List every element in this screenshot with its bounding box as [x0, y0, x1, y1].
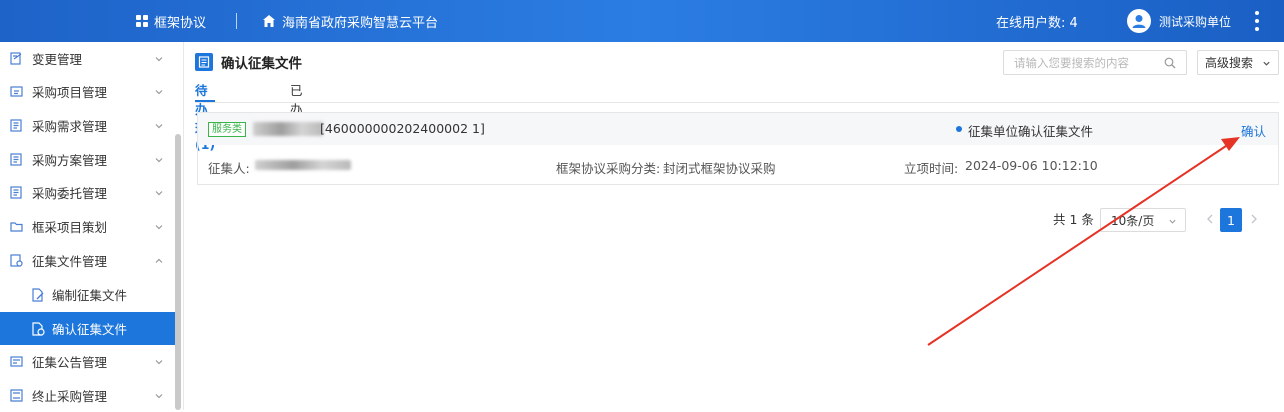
sidebar-item-label: 采购委托管理: [32, 186, 108, 201]
chevron-down-icon: [155, 190, 163, 195]
sidebar-item-entrust-management[interactable]: 采购委托管理: [0, 176, 176, 209]
time-value: 2024-09-06 10:12:10: [965, 158, 1098, 173]
grid-icon: [136, 15, 148, 27]
chevron-down-icon: [155, 359, 163, 364]
chevron-down-icon: [155, 123, 163, 128]
home-icon: [263, 15, 275, 27]
sidebar-item-label: 编制征集文件: [52, 288, 128, 303]
module-label: 框架协议: [154, 15, 207, 31]
sidebar-item-solicitation-docs[interactable]: 征集文件管理: [0, 244, 176, 277]
sidebar-item-label: 征集公告管理: [32, 355, 108, 370]
edit-doc-icon: [10, 52, 22, 65]
sidebar-item-plan-management[interactable]: 采购方案管理: [0, 143, 176, 176]
chevron-down-icon: [155, 56, 163, 61]
avatar-icon: [1127, 9, 1151, 33]
module-switcher[interactable]: 框架协议: [136, 0, 206, 42]
page-header: 确认征集文件: [195, 52, 302, 72]
sidebar: 变更管理 采购项目管理 采购需求管理 采购方案管理 采购委托管理 框采项目策划 …: [0, 42, 184, 410]
record-card: 服务类 [460000000202400002 1] 征集单位确认征集文件 确认…: [197, 112, 1279, 185]
sidebar-item-label: 征集文件管理: [32, 254, 108, 269]
page-number-current[interactable]: 1: [1220, 208, 1242, 232]
edit-file-icon: [32, 287, 44, 302]
pagination-total: 共 1 条: [1053, 212, 1094, 227]
platform-home-link[interactable]: 海南省政府采购智慧云平台: [262, 0, 438, 42]
tab-completed[interactable]: 已办理: [290, 80, 303, 136]
topbar-divider: [236, 13, 237, 29]
advanced-search-button[interactable]: 高级搜索: [1197, 50, 1279, 75]
folder-icon: [10, 222, 23, 232]
sidebar-item-label: 变更管理: [32, 52, 83, 67]
record-card-header: 服务类 [460000000202400002 1] 征集单位确认征集文件 确认: [198, 113, 1278, 145]
sidebar-item-requirement-management[interactable]: 采购需求管理: [0, 109, 176, 142]
advanced-search-label: 高级搜索: [1205, 56, 1254, 70]
search-box[interactable]: [1003, 50, 1187, 75]
sidebar-item-label: 框采项目策划: [32, 220, 108, 235]
sidebar-item-label: 采购需求管理: [32, 119, 108, 134]
sidebar-item-terminate-management[interactable]: 终止采购管理: [0, 379, 176, 412]
project-code: [460000000202400002 1]: [320, 121, 485, 136]
chevron-up-icon: [155, 258, 163, 263]
chevron-down-icon: [155, 89, 163, 94]
sidebar-item-label: 采购方案管理: [32, 153, 108, 168]
platform-name: 海南省政府采购智慧云平台: [282, 15, 439, 31]
chevron-down-icon: [155, 393, 163, 398]
search-icon[interactable]: [1164, 57, 1176, 69]
chevron-left-icon[interactable]: [1205, 213, 1215, 225]
sidebar-item-notice-management[interactable]: 征集公告管理: [0, 345, 176, 378]
chevron-down-icon: [1169, 219, 1176, 224]
sidebar-item-project-management[interactable]: 采购项目管理: [0, 75, 176, 108]
confirm-file-icon: [32, 321, 45, 336]
doc-list-icon: [10, 119, 22, 132]
doc-list-icon: [10, 186, 22, 199]
document-icon: [195, 53, 213, 71]
redacted-collector: [255, 160, 351, 170]
sidebar-item-change-management[interactable]: 变更管理: [0, 42, 176, 75]
online-users: 在线用户数: 4: [996, 0, 1078, 42]
folder-doc-icon: [10, 86, 23, 97]
sidebar-item-confirm-solicitation[interactable]: 确认征集文件: [0, 312, 176, 345]
user-name: 测试采购单位: [1159, 14, 1232, 29]
search-input[interactable]: [1014, 55, 1154, 70]
status-text: 征集单位确认征集文件: [968, 124, 1094, 139]
main-content: 确认征集文件 高级搜索 待办理(1) 已办理 服务类 [460000000202…: [185, 42, 1284, 410]
category-badge: 服务类: [208, 122, 246, 137]
chevron-down-icon: [155, 157, 163, 162]
sidebar-item-edit-solicitation[interactable]: 编制征集文件: [0, 278, 176, 311]
sidebar-item-label: 终止采购管理: [32, 389, 108, 404]
sidebar-item-label: 采购项目管理: [32, 85, 108, 100]
user-menu[interactable]: 测试采购单位: [1127, 0, 1231, 42]
redacted-project-name: [253, 122, 323, 136]
page-size-select[interactable]: 10条/页: [1100, 208, 1186, 232]
chevron-down-icon: [1263, 61, 1270, 66]
page-size-value: 10条/页: [1111, 213, 1155, 228]
notice-icon: [10, 356, 23, 367]
time-label: 立项时间:: [904, 161, 959, 176]
chevron-down-icon: [155, 224, 163, 229]
sidebar-item-framework-planning[interactable]: 框采项目策划: [0, 210, 176, 243]
top-bar: 框架协议 海南省政府采购智慧云平台 在线用户数: 4 测试采购单位: [0, 0, 1284, 42]
chevron-right-icon[interactable]: [1249, 213, 1259, 225]
classification-label: 框架协议采购分类:: [556, 161, 661, 176]
collector-label: 征集人:: [208, 161, 250, 176]
tab-divider: [195, 102, 1279, 103]
tab-pending[interactable]: 待办理(1): [195, 80, 215, 152]
confirm-link[interactable]: 确认: [1241, 121, 1266, 140]
doc-folder-icon: [10, 254, 23, 267]
sidebar-item-label: 确认征集文件: [52, 322, 128, 337]
online-users-text: 在线用户数: 4: [996, 15, 1078, 31]
sidebar-scrollbar[interactable]: [175, 134, 181, 410]
stop-icon: [10, 389, 23, 402]
doc-list-icon: [10, 153, 22, 166]
page-title: 确认征集文件: [221, 56, 302, 72]
status-dot-icon: [956, 126, 962, 132]
more-menu-icon[interactable]: [1254, 11, 1260, 31]
classification-value: 封闭式框架协议采购: [663, 161, 776, 176]
